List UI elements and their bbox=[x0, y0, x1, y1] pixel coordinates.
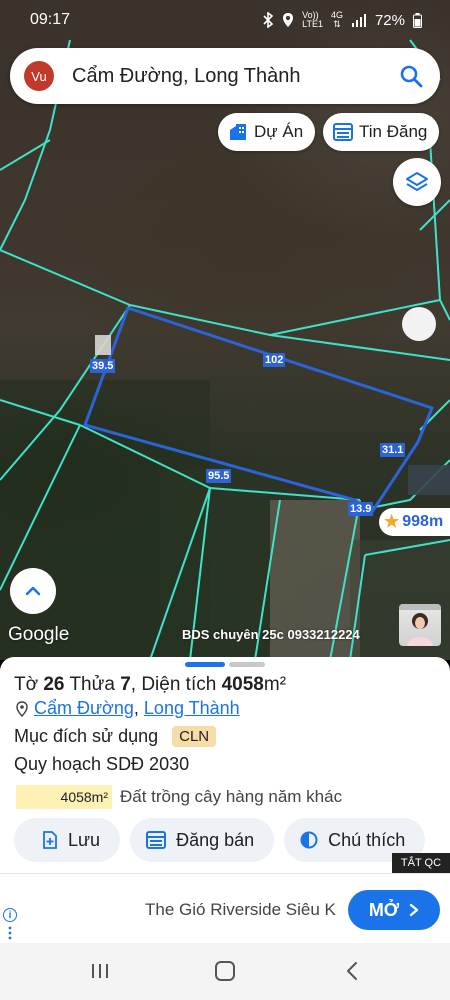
expand-up-button[interactable] bbox=[10, 568, 56, 614]
home-button[interactable] bbox=[212, 959, 238, 983]
network-indicator: 4G ⇅ bbox=[330, 10, 343, 29]
plan-area-row: 4058m² Đất trồng cây hàng năm khác bbox=[16, 785, 342, 809]
pin-icon bbox=[16, 700, 28, 717]
length-label-right: 31.1 bbox=[380, 443, 406, 457]
length-label-top: 102 bbox=[263, 353, 286, 367]
ad-info-icon[interactable]: i bbox=[3, 908, 17, 922]
chevron-up-icon bbox=[25, 586, 41, 596]
listings-chip[interactable]: Tin Đăng bbox=[323, 113, 440, 151]
home-icon bbox=[215, 961, 235, 981]
search-icon[interactable] bbox=[398, 63, 424, 89]
plan-area-description: Đất trồng cây hàng năm khác bbox=[120, 787, 343, 806]
google-logo: Google bbox=[8, 624, 70, 645]
status-bar: 09:17 Vo)) LTE1 4G ⇅ 72% bbox=[0, 0, 450, 40]
search-bar[interactable]: Vu Cẩm Đường, Long Thành bbox=[10, 48, 440, 104]
recent-apps-icon bbox=[92, 964, 108, 978]
sheet-handle-active[interactable] bbox=[185, 662, 225, 667]
search-input[interactable]: Cẩm Đường, Long Thành bbox=[72, 65, 398, 88]
parcel-title: Tờ 26 Thửa 7, Diện tích 4058m² bbox=[14, 674, 287, 695]
commune-link[interactable]: Cẩm Đường bbox=[34, 698, 134, 718]
price-tag-label: 998m bbox=[402, 513, 444, 530]
battery-percent: 72% bbox=[374, 11, 405, 29]
list-icon bbox=[333, 123, 353, 141]
star-icon: ★ bbox=[384, 512, 400, 531]
signal-icon bbox=[351, 14, 366, 27]
location-icon bbox=[283, 13, 294, 27]
plan-area-badge: 4058m² bbox=[16, 785, 112, 809]
add-file-icon bbox=[43, 831, 57, 849]
back-icon bbox=[347, 962, 357, 980]
ad-banner[interactable]: i The Gió Riverside Siêu K MỞ bbox=[0, 873, 450, 943]
profile-thumbnail[interactable] bbox=[399, 604, 441, 646]
status-time: 09:17 bbox=[30, 11, 71, 28]
length-label-corner: 13.9 bbox=[348, 502, 374, 516]
back-button[interactable] bbox=[340, 959, 364, 983]
chevron-right-icon bbox=[409, 903, 419, 917]
parcel-info-sheet[interactable]: Tờ 26 Thửa 7, Diện tích 4058m² Cẩm Đường… bbox=[0, 657, 450, 873]
recent-apps-button[interactable] bbox=[88, 959, 112, 983]
projects-chip-label: Dự Án bbox=[254, 122, 304, 141]
building-icon bbox=[230, 124, 246, 140]
layers-icon bbox=[406, 172, 428, 191]
sheet-handle-inactive[interactable] bbox=[229, 662, 265, 667]
district-link[interactable]: Long Thành bbox=[144, 698, 240, 718]
projects-chip[interactable]: Dự Án bbox=[218, 113, 316, 151]
listings-chip-label: Tin Đăng bbox=[359, 122, 428, 141]
post-sale-button[interactable]: Đăng bán bbox=[130, 818, 275, 862]
volte-indicator: Vo)) LTE1 bbox=[302, 10, 323, 29]
map-control-button[interactable] bbox=[402, 307, 436, 341]
ad-menu-icon[interactable] bbox=[8, 926, 12, 940]
save-button[interactable]: Lưu bbox=[14, 818, 121, 862]
battery-icon bbox=[413, 12, 422, 28]
purpose-code-badge: CLN bbox=[172, 726, 217, 747]
person-photo-icon bbox=[399, 604, 441, 646]
area-value: 4058 bbox=[221, 674, 264, 695]
bluetooth-icon bbox=[263, 12, 274, 28]
contrast-icon bbox=[300, 831, 318, 849]
ad-text: The Gió Riverside Siêu K bbox=[145, 900, 336, 919]
length-label-left: 39.5 bbox=[90, 359, 116, 373]
price-tag[interactable]: ★ 998m bbox=[379, 508, 450, 536]
map-attribution: BDS chuyên 25c 0933212224 bbox=[182, 627, 360, 642]
avatar[interactable]: Vu bbox=[24, 61, 54, 91]
ad-close-label[interactable]: TẮT QC bbox=[392, 853, 450, 873]
system-nav-bar bbox=[0, 943, 450, 1000]
layers-button[interactable] bbox=[393, 158, 441, 206]
plan-label: Quy hoạch SDĐ 2030 bbox=[14, 754, 190, 774]
sheet-number: 26 bbox=[43, 674, 65, 695]
purpose-label: Mục đích sử dụng bbox=[14, 726, 159, 746]
location-row: Cẩm Đường, Long Thành bbox=[16, 698, 240, 719]
listing-icon bbox=[146, 831, 167, 849]
ad-open-button[interactable]: MỞ bbox=[348, 890, 440, 930]
plot-number: 7 bbox=[120, 674, 131, 695]
length-label-bottom: 95.5 bbox=[206, 469, 232, 483]
purpose-row: Mục đích sử dụng CLN bbox=[14, 726, 217, 747]
action-row: Lưu Đăng bán Chú thích bbox=[14, 818, 426, 862]
